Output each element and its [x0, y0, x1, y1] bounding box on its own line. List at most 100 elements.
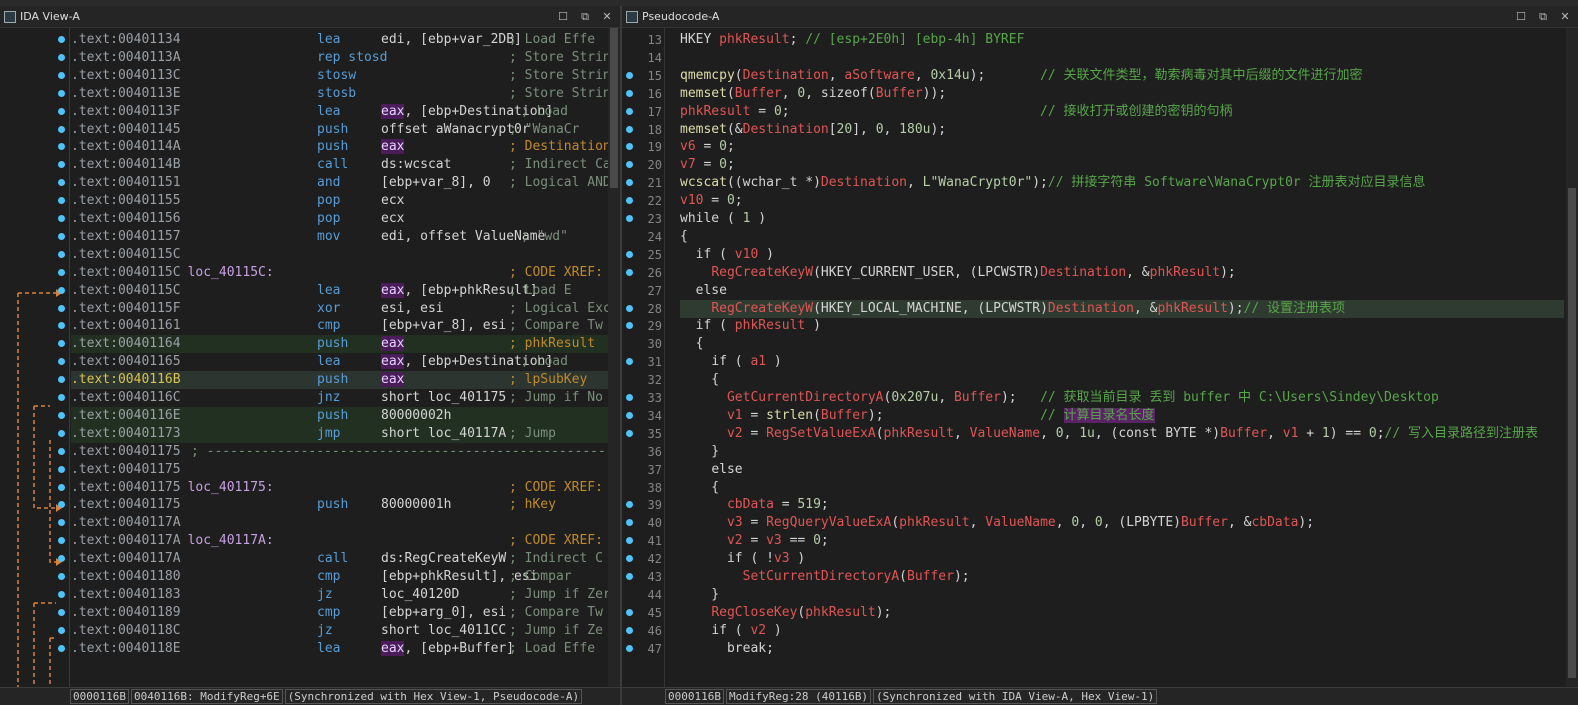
breakpoint-dot[interactable]: [626, 179, 633, 187]
disasm-label[interactable]: loc_40117A:: [188, 533, 274, 548]
disasm-line[interactable]: .text:0040115C: [71, 246, 608, 264]
disasm-operands[interactable]: ds:wcscat: [381, 156, 451, 174]
disasm-line[interactable]: .text:00401183 jz loc_40120D ; Jump if Zer: [71, 586, 608, 604]
breakpoint-dot[interactable]: [58, 286, 65, 294]
ida-view-titlebar[interactable]: IDA View-A ☐ ⧉ ✕: [0, 6, 620, 28]
disasm-operands[interactable]: esi, esi: [381, 300, 444, 318]
breakpoint-dot[interactable]: [626, 501, 633, 509]
disasm-line[interactable]: .text:0040118C jz short loc_4011CC; Jump i…: [71, 622, 608, 640]
disasm-line[interactable]: .text:00401175 ; ------------------------…: [71, 443, 608, 461]
pseudocode-line[interactable]: {: [680, 371, 1564, 389]
pseudocode-line[interactable]: v1 = strlen(Buffer); // 计算目录名长度: [680, 407, 1564, 425]
disasm-line[interactable]: .text:0040116E push 80000002h: [71, 406, 608, 425]
breakpoint-dot[interactable]: [58, 626, 65, 634]
breakpoint-dot[interactable]: [58, 608, 65, 616]
disasm-operands[interactable]: edi, [ebp+var_2DB]: [381, 31, 522, 49]
pseudocode-scroll-thumb[interactable]: [1568, 188, 1576, 678]
pseudocode-line[interactable]: if ( v2 ): [680, 622, 1564, 640]
breakpoint-dot[interactable]: [58, 36, 65, 43]
disasm-line[interactable]: .text:00401175: [71, 461, 608, 479]
breakpoint-dot[interactable]: [58, 304, 65, 312]
breakpoint-dot[interactable]: [626, 268, 633, 276]
pseudocode-line[interactable]: HKEY phkResult; // [esp+2E0h] [ebp-4h] B…: [680, 31, 1564, 49]
disasm-line[interactable]: .text:0040114B call ds:wcscat ; Indirect Ca: [71, 156, 608, 174]
disasm-line[interactable]: .text:00401151 and [ebp+var_8], 0 ; Logical…: [71, 174, 608, 192]
disasm-operands[interactable]: short loc_401175: [381, 389, 506, 407]
pseudocode-line[interactable]: else: [680, 461, 1564, 479]
disasm-operands[interactable]: offset aWanacrypt0r: [381, 121, 530, 139]
breakpoint-dot[interactable]: [58, 465, 65, 473]
disasm-line[interactable]: .text:0040117A loc_40117A: ; CODE XREF:: [71, 532, 608, 550]
disasm-line[interactable]: .text:0040117A call ds:RegCreateKeyW; Indi…: [71, 550, 608, 568]
pseudocode-line[interactable]: v2 = v3 == 0;: [680, 532, 1564, 550]
pseudocode-line[interactable]: }: [680, 586, 1564, 604]
disasm-line[interactable]: .text:00401161 cmp [ebp+var_8], esi; Compa…: [71, 317, 608, 335]
pseudocode-line[interactable]: RegCloseKey(phkResult);: [680, 604, 1564, 622]
breakpoint-dot[interactable]: [626, 215, 633, 222]
pseudocode-line[interactable]: while ( 1 ): [680, 210, 1564, 228]
breakpoint-dot[interactable]: [58, 232, 65, 240]
disasm-line[interactable]: .text:0040116C jnz short loc_401175; Jump …: [71, 389, 608, 407]
ida-vertical-scrollbar[interactable]: [608, 28, 620, 687]
disasm-operands[interactable]: 80000001h: [381, 496, 451, 514]
breakpoint-dot[interactable]: [58, 483, 65, 491]
breakpoint-dot[interactable]: [58, 268, 65, 276]
disasm-label[interactable]: loc_401175:: [188, 480, 274, 495]
breakpoint-dot[interactable]: [626, 358, 633, 366]
pseudocode-line[interactable]: else: [680, 282, 1564, 300]
disasm-line[interactable]: .text:0040115F xor esi, esi ; Logical Exc: [71, 300, 608, 318]
restore-icon[interactable]: ⧉: [578, 10, 592, 24]
disasm-line[interactable]: .text:0040115C lea eax, [ebp+phkResult]; L…: [71, 282, 608, 300]
breakpoint-dot[interactable]: [58, 53, 65, 61]
disasm-label[interactable]: loc_40115C:: [188, 265, 274, 280]
disasm-line[interactable]: .text:00401134 lea edi, [ebp+var_2DB]; Loa…: [71, 31, 608, 49]
disasm-line[interactable]: .text:00401156 pop ecx: [71, 210, 608, 228]
pseudocode-line[interactable]: RegCreateKeyW(HKEY_CURRENT_USER, (LPCWST…: [680, 264, 1564, 282]
pseudocode-vertical-scrollbar[interactable]: [1566, 28, 1578, 687]
disasm-line[interactable]: .text:0040117A: [71, 514, 608, 532]
pseudocode-line[interactable]: if ( v10 ): [680, 246, 1564, 264]
disasm-line[interactable]: .text:00401173 jmp short loc_40117A; Jump: [71, 424, 608, 443]
pseudocode-line[interactable]: if ( phkResult ): [680, 317, 1564, 335]
disasm-line[interactable]: .text:0040113A rep stosd ; Store Strin: [71, 49, 608, 67]
breakpoint-dot[interactable]: [58, 394, 65, 401]
breakpoint-dot[interactable]: [626, 429, 633, 437]
pseudocode-listing[interactable]: HKEY phkResult; // [esp+2E0h] [ebp-4h] B…: [680, 28, 1564, 687]
breakpoint-dot[interactable]: [58, 411, 65, 419]
disasm-line[interactable]: .text:00401164 push eax ; phkResult: [71, 335, 608, 354]
maximize-icon[interactable]: ☐: [1514, 10, 1528, 24]
breakpoint-dot[interactable]: [58, 644, 65, 652]
breakpoint-dot[interactable]: [626, 71, 633, 79]
disasm-line[interactable]: .text:00401155 pop ecx: [71, 192, 608, 210]
pseudocode-line[interactable]: {: [680, 228, 1564, 246]
disasm-line[interactable]: .text:0040118E lea eax, [ebp+Buffer]; Load…: [71, 640, 608, 658]
pseudocode-line[interactable]: wcscat((wchar_t *)Destination, L"WanaCry…: [680, 174, 1564, 192]
breakpoint-dot[interactable]: [626, 608, 633, 616]
disasm-line[interactable]: .text:00401157 mov edi, offset ValueName; …: [71, 228, 608, 246]
disasm-operands[interactable]: [ebp+var_8], esi: [381, 317, 506, 335]
disasm-line[interactable]: .text:00401145 push offset aWanacrypt0r; "…: [71, 121, 608, 139]
breakpoint-dot[interactable]: [58, 125, 65, 133]
pseudocode-line[interactable]: v6 = 0;: [680, 138, 1564, 156]
disasm-line[interactable]: .text:00401175 loc_401175: ; CODE XREF:: [71, 479, 608, 497]
breakpoint-dot[interactable]: [58, 573, 65, 580]
pseudocode-line[interactable]: v10 = 0;: [680, 192, 1564, 210]
breakpoint-dot[interactable]: [58, 107, 65, 115]
disasm-line[interactable]: .text:00401175 push 80000001h ; hKey: [71, 496, 608, 514]
breakpoint-dot[interactable]: [626, 555, 633, 563]
pseudocode-line[interactable]: v2 = RegSetValueExA(phkResult, ValueName…: [680, 425, 1564, 443]
breakpoint-dot[interactable]: [626, 626, 633, 634]
breakpoint-dot[interactable]: [626, 125, 633, 133]
pseudocode-line[interactable]: {: [680, 479, 1564, 497]
maximize-icon[interactable]: ☐: [556, 10, 570, 24]
breakpoint-dot[interactable]: [626, 322, 633, 330]
disasm-line[interactable]: .text:0040113C stosw ; Store Strin: [71, 67, 608, 85]
breakpoint-dot[interactable]: [626, 197, 633, 205]
breakpoint-dot[interactable]: [58, 215, 65, 222]
disasm-operands[interactable]: short loc_40117A: [381, 425, 506, 443]
disasm-operands[interactable]: ds:RegCreateKeyW: [381, 550, 506, 568]
breakpoint-dot[interactable]: [626, 107, 633, 115]
disasm-line[interactable]: .text:0040113E stosb ; Store Strin: [71, 85, 608, 103]
disasm-operands[interactable]: ecx: [381, 210, 404, 228]
disasm-line[interactable]: .text:0040113F lea eax, [ebp+Destination];…: [71, 103, 608, 121]
